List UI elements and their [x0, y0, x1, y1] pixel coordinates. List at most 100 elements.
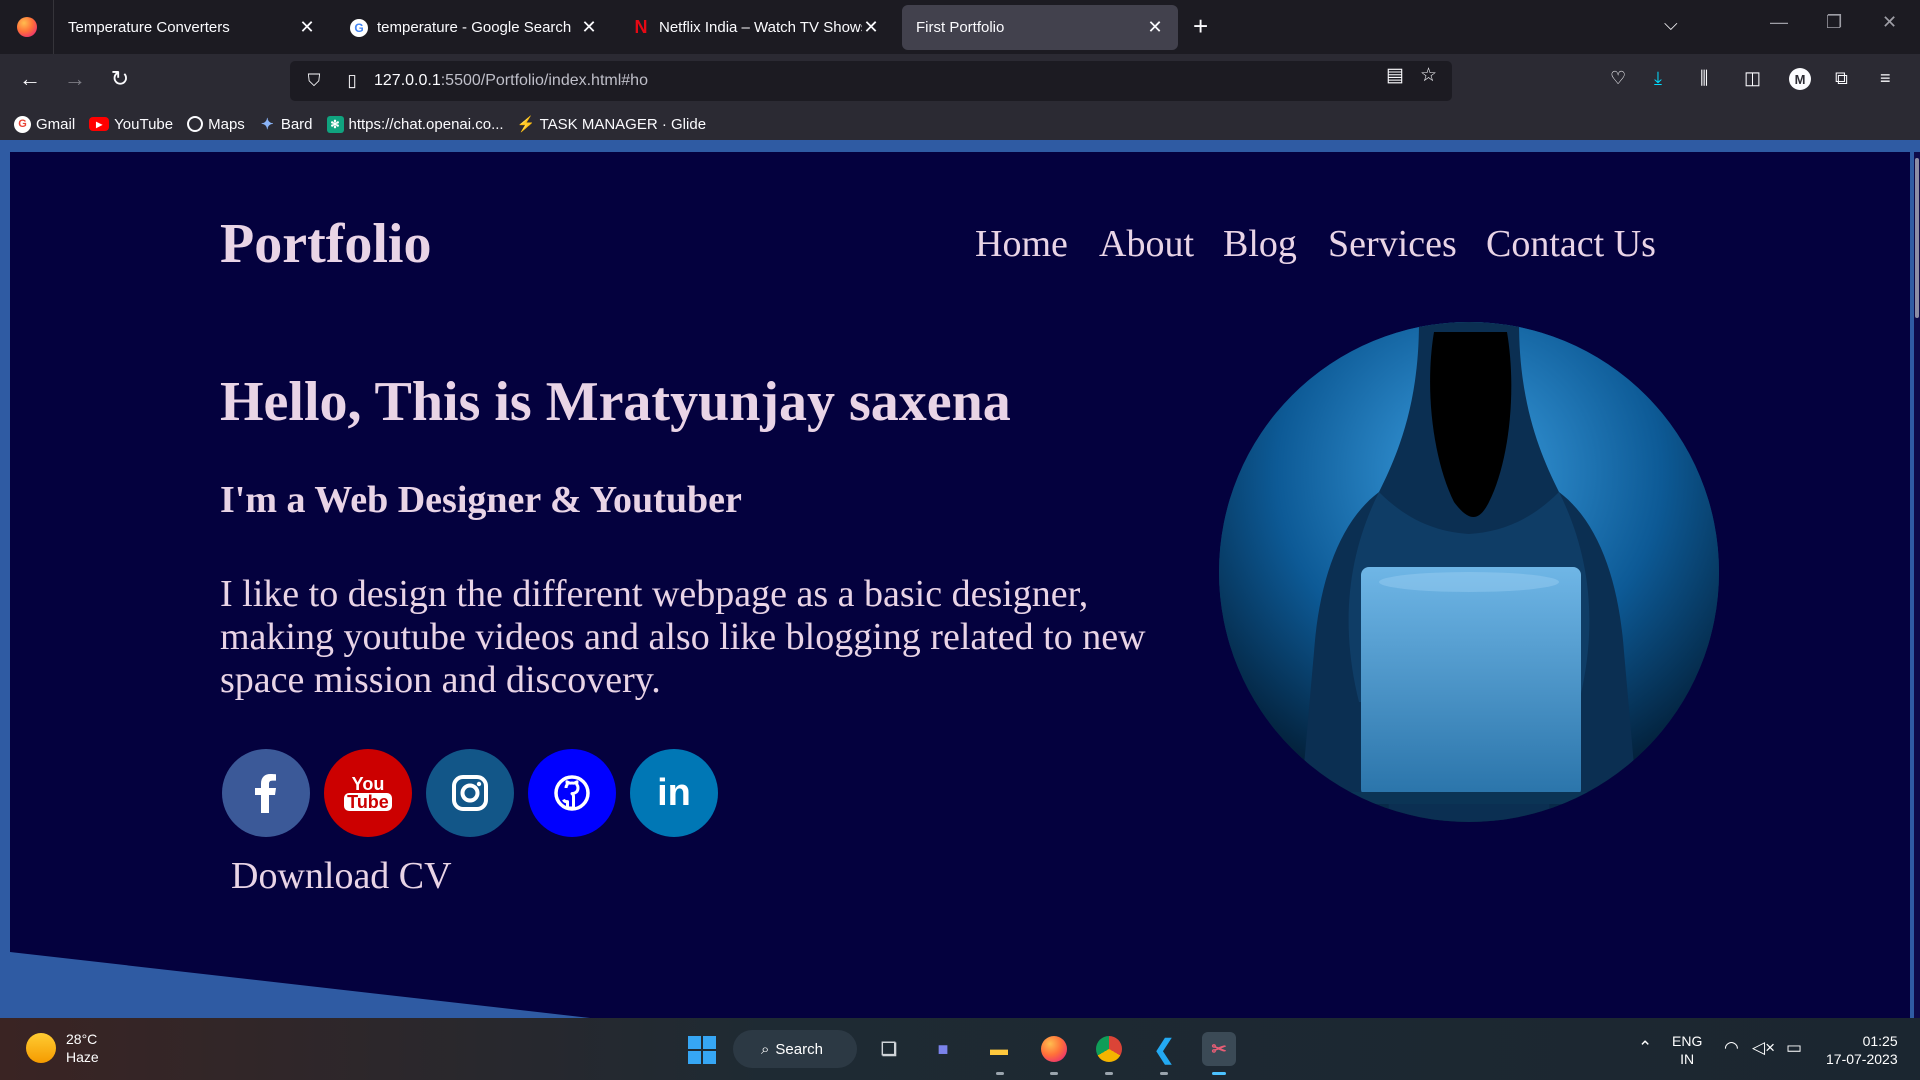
tab-first-portfolio[interactable]: First Portfolio ✕: [902, 5, 1178, 50]
download-icon[interactable]: ⤓: [1654, 68, 1662, 89]
tab-google-search[interactable]: G temperature - Google Search ✕: [336, 5, 612, 50]
hero-intro-text: I like to design the different webpage a…: [220, 573, 1146, 701]
bookmark-label: Gmail: [36, 115, 76, 133]
nav-contact-us[interactable]: Contact Us: [1486, 222, 1656, 266]
nav-about[interactable]: About: [1099, 222, 1194, 266]
chrome-icon[interactable]: [1092, 1032, 1126, 1066]
page-icon[interactable]: ▯: [338, 71, 366, 91]
teams-chat-icon[interactable]: ■: [926, 1032, 960, 1066]
sidebar-icon[interactable]: ◫: [1744, 68, 1761, 89]
tab-temperature-converters[interactable]: Temperature Converters ✕: [54, 5, 330, 50]
back-arrow-icon[interactable]: ←: [15, 66, 45, 92]
haze-icon: [26, 1033, 56, 1063]
hooded-figure-image: [1219, 322, 1719, 822]
close-icon[interactable]: ✕: [862, 17, 880, 38]
tab-title: temperature - Google Search: [377, 19, 572, 36]
reader-view-icon[interactable]: ▤: [1386, 64, 1404, 87]
instagram-link[interactable]: [426, 749, 514, 837]
hero-subheading: I'm a Web Designer & Youtuber: [220, 479, 742, 521]
github-link[interactable]: [528, 749, 616, 837]
bookmark-star-icon[interactable]: ☆: [1420, 64, 1437, 87]
shield-icon[interactable]: ⛉: [300, 71, 328, 91]
github-icon: [554, 775, 590, 811]
windows-start-icon[interactable]: [688, 1036, 716, 1064]
new-tab-icon[interactable]: +: [1193, 12, 1208, 40]
nav-home[interactable]: Home: [975, 222, 1068, 266]
bookmark-label: Maps: [208, 115, 245, 133]
address-bar[interactable]: ⛉ ▯ 127.0.0.1:5500/Portfolio/index.html#…: [290, 61, 1452, 101]
bookmark-youtube[interactable]: ▶ YouTube: [89, 116, 173, 133]
bard-icon: ✦: [261, 116, 274, 133]
vscode-icon[interactable]: ❮: [1147, 1032, 1181, 1066]
instagram-icon: [452, 775, 488, 811]
bookmark-label: Bard: [280, 115, 313, 133]
library-icon[interactable]: ⫼: [1700, 68, 1708, 89]
bookmark-task-manager[interactable]: ⚡ TASK MANAGER · Glide: [517, 116, 706, 134]
bookmark-gmail[interactable]: G Gmail: [14, 115, 76, 133]
minimize-icon[interactable]: —: [1770, 12, 1788, 33]
nav-blog[interactable]: Blog: [1223, 222, 1297, 266]
wifi-icon[interactable]: ◠: [1724, 1038, 1739, 1058]
search-icon: ⌕: [761, 1040, 770, 1058]
battery-icon[interactable]: ▭: [1786, 1038, 1802, 1058]
youtube-logo-you: You: [351, 774, 385, 794]
tab-title: First Portfolio: [916, 19, 1005, 36]
scrollbar-thumb[interactable]: [1915, 158, 1919, 318]
google-icon: G: [350, 18, 368, 37]
task-view-icon[interactable]: ❏: [872, 1032, 906, 1066]
taskbar: 28°C Haze ⌕ Search ❏ ■ ▬ ❮ ✂ ⌃ ENG IN ◠ …: [0, 1018, 1920, 1080]
weather-description: Haze: [66, 1049, 99, 1065]
clock[interactable]: 01:25 17-07-2023: [1826, 1032, 1898, 1068]
running-indicator: [1050, 1072, 1058, 1075]
hero-headline: Hello, This is Mratyunjay saxena: [220, 371, 1011, 433]
linkedin-link[interactable]: in: [630, 749, 718, 837]
close-icon[interactable]: ✕: [298, 17, 316, 38]
bookmark-maps[interactable]: Maps: [187, 116, 245, 133]
youtube-link[interactable]: You Tube: [324, 749, 412, 837]
firefox-menu-icon[interactable]: [0, 0, 54, 54]
chevron-down-icon[interactable]: ⌵: [1664, 14, 1678, 35]
speaker-muted-icon[interactable]: ◁×: [1752, 1038, 1775, 1058]
active-indicator: [1212, 1072, 1226, 1075]
tab-title: Temperature Converters: [68, 19, 230, 36]
bookmark-label: https://chat.openai.co...: [348, 115, 504, 133]
taskbar-search[interactable]: ⌕ Search: [733, 1030, 857, 1068]
youtube-icon: ▶: [89, 117, 110, 131]
close-icon[interactable]: ✕: [580, 17, 598, 38]
tab-strip: Temperature Converters ✕ G temperature -…: [0, 0, 1920, 54]
clock-time: 01:25: [1862, 1033, 1898, 1049]
site-logo[interactable]: Portfolio: [220, 212, 431, 276]
language-indicator[interactable]: ENG IN: [1672, 1032, 1702, 1068]
tab-title: Netflix India – Watch TV Shows Online: [659, 19, 862, 36]
running-indicator: [996, 1072, 1004, 1075]
pocket-icon[interactable]: ♡: [1610, 68, 1626, 89]
facebook-icon: [255, 774, 276, 813]
reload-icon[interactable]: ↻: [105, 66, 135, 92]
facebook-link[interactable]: [222, 749, 310, 837]
close-window-icon[interactable]: ✕: [1882, 12, 1897, 33]
google-icon: G: [14, 115, 31, 133]
tab-netflix[interactable]: N Netflix India – Watch TV Shows Online …: [618, 5, 894, 50]
chevron-up-icon[interactable]: ⌃: [1638, 1038, 1652, 1058]
nav-services[interactable]: Services: [1328, 222, 1457, 266]
weather-widget[interactable]: 28°C Haze: [26, 1030, 99, 1066]
clock-date: 17-07-2023: [1826, 1051, 1898, 1067]
file-explorer-icon[interactable]: ▬: [982, 1032, 1016, 1066]
bookmark-bard[interactable]: ✦ Bard: [259, 115, 313, 134]
firefox-icon[interactable]: [1037, 1032, 1071, 1066]
extensions-icon[interactable]: ⧉: [1835, 68, 1848, 89]
hero-section: Portfolio Home About Blog Services Conta…: [10, 152, 1910, 1018]
download-cv-button[interactable]: Download CV: [231, 854, 452, 898]
region-code: IN: [1680, 1051, 1695, 1067]
close-icon[interactable]: ✕: [1146, 17, 1164, 38]
globe-icon: [187, 116, 204, 132]
snipping-tool-icon[interactable]: ✂: [1202, 1032, 1236, 1066]
youtube-icon: You Tube: [344, 775, 392, 811]
restore-icon[interactable]: ❐: [1826, 12, 1842, 33]
bookmarks-toolbar: G Gmail ▶ YouTube Maps ✦ Bard ✻ https://…: [0, 108, 1920, 140]
bookmark-chatgpt[interactable]: ✻ https://chat.openai.co...: [326, 115, 504, 133]
hamburger-menu-icon[interactable]: ≡: [1880, 68, 1891, 89]
page-scrollbar[interactable]: [1914, 152, 1920, 1018]
account-avatar[interactable]: M: [1789, 68, 1811, 90]
forward-arrow-icon[interactable]: →: [60, 66, 90, 92]
